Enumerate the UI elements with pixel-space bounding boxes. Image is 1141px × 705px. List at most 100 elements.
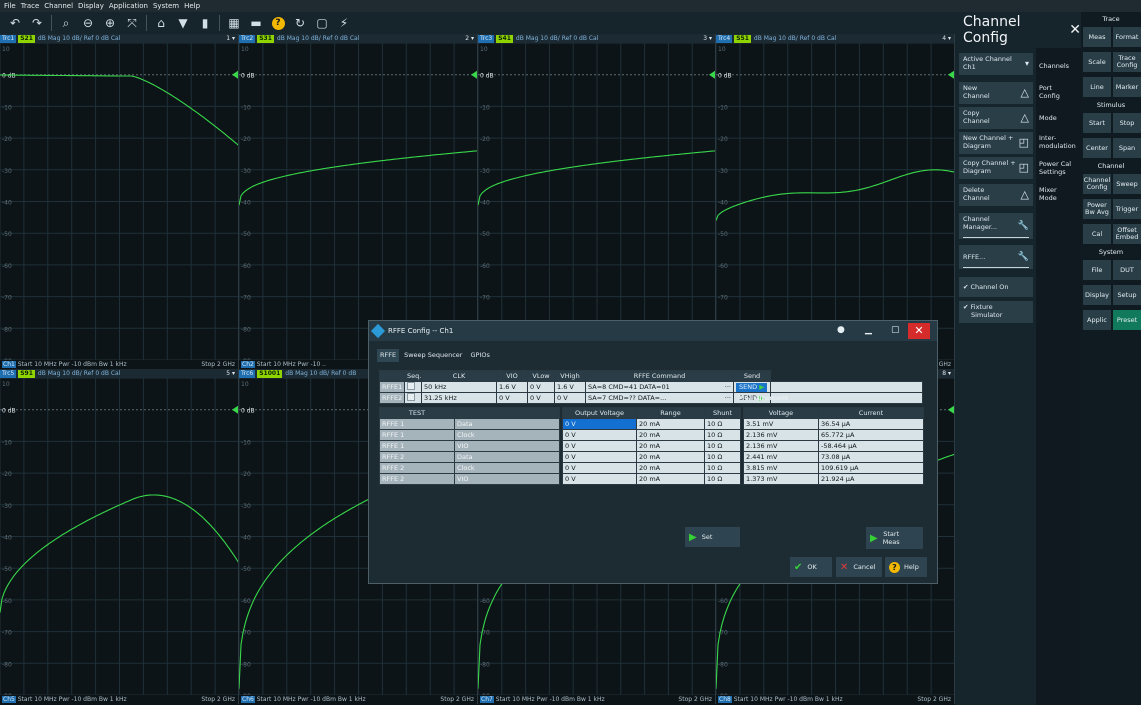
trace-config-button[interactable]: Trace Config <box>1113 52 1141 72</box>
output-voltage-field[interactable]: 0 V <box>562 440 637 452</box>
trace-plot[interactable]: 100 dB-10-20-30-40-50-60-70-80-90 <box>716 43 954 360</box>
trace-label[interactable]: Trc4 <box>716 34 733 43</box>
close-icon[interactable]: ✕ <box>1069 22 1081 38</box>
trace-add-icon[interactable]: ⌂ <box>152 14 170 32</box>
tab-mode[interactable]: Mode <box>1036 112 1081 124</box>
display-button[interactable]: Display <box>1083 285 1111 305</box>
channel-label[interactable]: Ch2 <box>241 361 255 368</box>
menu-trace[interactable]: Trace <box>21 2 40 10</box>
span-button[interactable]: Span <box>1113 138 1141 158</box>
trace-label[interactable]: Trc2 <box>239 34 256 43</box>
range-field[interactable]: 20 mA <box>636 462 705 474</box>
set-button[interactable]: ▶ Set <box>685 527 740 547</box>
diagram-number[interactable]: 4 ▾ <box>942 34 951 43</box>
trace-label[interactable]: Trc5 <box>0 369 17 378</box>
channel-label[interactable]: Ch6 <box>241 696 255 703</box>
menu-channel[interactable]: Channel <box>44 2 73 10</box>
command-field[interactable]: SA=8 CMD=41 DATA=01 ··· <box>585 381 734 393</box>
clk-field[interactable]: 50 kHz <box>421 381 497 393</box>
clk-field[interactable]: 31.25 kHz <box>421 392 497 404</box>
diagram-4[interactable]: Trc4 S51 dB Mag 10 dB/ Ref 0 dB Cal 4 ▾ 10 0 … <box>716 34 955 369</box>
seq-checkbox[interactable] <box>404 392 422 404</box>
copy-channel-diagram-button[interactable]: Copy Channel + Diagram ◰ <box>959 157 1033 179</box>
stop-button[interactable]: Stop <box>1113 113 1141 133</box>
window-icon[interactable]: ▢ <box>313 14 331 32</box>
cancel-button[interactable]: ✕ Cancel <box>836 557 882 577</box>
vhigh-field[interactable]: 0 V <box>554 392 586 404</box>
center-button[interactable]: Center <box>1083 138 1111 158</box>
shunt-field[interactable]: 10 Ω <box>704 440 741 452</box>
diagram-number[interactable]: 5 ▾ <box>226 369 235 378</box>
delete-icon[interactable]: ▮ <box>196 14 214 32</box>
scale-button[interactable]: Scale <box>1083 52 1111 72</box>
file-button[interactable]: File <box>1083 260 1111 280</box>
meas-button[interactable]: Meas <box>1083 27 1111 47</box>
output-voltage-field[interactable]: 0 V <box>562 429 637 441</box>
new-channel-button[interactable]: New Channel △ <box>959 82 1033 104</box>
copy-channel-button[interactable]: Copy Channel △ <box>959 107 1033 129</box>
trace-label[interactable]: Trc3 <box>478 34 495 43</box>
wizard-icon[interactable]: ⚡ <box>335 14 353 32</box>
redo-icon[interactable]: ↷ <box>28 14 46 32</box>
vio-field[interactable]: 1.6 V <box>496 381 528 393</box>
power-bw-avg-button[interactable]: Power Bw Avg <box>1083 199 1111 219</box>
close-icon[interactable]: ✕ <box>908 323 930 339</box>
channel-config-button[interactable]: Channel Config <box>1083 174 1111 194</box>
range-field[interactable]: 20 mA <box>636 429 705 441</box>
trace-plot[interactable]: 100 dB-10-20-30-40-50-60-70-80-90 <box>239 43 477 360</box>
tab-mixer-mode[interactable]: Mixer Mode <box>1036 184 1081 204</box>
sweep-button[interactable]: Sweep <box>1113 174 1141 194</box>
shunt-field[interactable]: 10 Ω <box>704 429 741 441</box>
diagram-number[interactable]: 8 ▾ <box>942 369 951 378</box>
zoom-in-icon[interactable]: ⊕ <box>101 14 119 32</box>
channel-label[interactable]: Ch5 <box>2 696 16 703</box>
output-voltage-field[interactable]: 0 V <box>562 418 637 430</box>
marker-button[interactable]: Marker <box>1113 77 1141 97</box>
vio-field[interactable]: 0 V <box>496 392 528 404</box>
keyboard-icon[interactable]: ▬ <box>247 14 265 32</box>
range-field[interactable]: 20 mA <box>636 418 705 430</box>
trace-plot[interactable]: 100 dB-10-20-30-40-50-60-70-80-90 <box>0 378 238 695</box>
seq-checkbox[interactable] <box>404 381 422 393</box>
shunt-field[interactable]: 10 Ω <box>704 418 741 430</box>
tab-gpios[interactable]: GPIOs <box>467 349 492 362</box>
tab-port-config[interactable]: Port Config <box>1036 82 1081 102</box>
tab-intermodulation[interactable]: Inter-modulation <box>1036 132 1081 152</box>
diagram-number[interactable]: 1 ▾ <box>226 34 235 43</box>
channel-label[interactable]: Ch7 <box>480 696 494 703</box>
fullscreen-icon[interactable]: ⤧ <box>123 14 141 32</box>
setup-button[interactable]: Setup <box>1113 285 1141 305</box>
menu-system[interactable]: System <box>153 2 179 10</box>
preset-button[interactable]: Preset <box>1113 310 1141 330</box>
shunt-field[interactable]: 10 Ω <box>704 462 741 474</box>
offset-embed-button[interactable]: Offset Embed <box>1113 224 1141 244</box>
range-field[interactable]: 20 mA <box>636 473 705 485</box>
range-field[interactable]: 20 mA <box>636 451 705 463</box>
dialog-title-bar[interactable]: RFFE Config -- Ch1 <box>369 321 937 341</box>
tab-power-cal-settings[interactable]: Power Cal Settings <box>1036 158 1081 178</box>
output-voltage-field[interactable]: 0 V <box>562 451 637 463</box>
dut-button[interactable]: DUT <box>1113 260 1141 280</box>
send-button[interactable]: SEND ▶ <box>736 382 768 392</box>
trace-label[interactable]: Trc1 <box>0 34 17 43</box>
menu-display[interactable]: Display <box>78 2 104 10</box>
help-button[interactable]: ? Help <box>885 557 927 577</box>
applic-button[interactable]: Applic <box>1083 310 1111 330</box>
undo-icon[interactable]: ↶ <box>6 14 24 32</box>
vlow-field[interactable]: 0 V <box>527 392 555 404</box>
trace-label[interactable]: Trc6 <box>239 369 256 378</box>
zoom-out-icon[interactable]: ⊖ <box>79 14 97 32</box>
diagram-number[interactable]: 3 ▾ <box>703 34 712 43</box>
tab-rffe[interactable]: RFFE <box>377 349 400 362</box>
more-icon[interactable]: ··· <box>725 383 731 391</box>
output-voltage-field[interactable]: 0 V <box>562 462 637 474</box>
diagram-2[interactable]: Trc2 S31 dB Mag 10 dB/ Ref 0 dB Cal 2 ▾ 10 0 … <box>239 34 478 369</box>
shunt-field[interactable]: 10 Ω <box>704 473 741 485</box>
tab-sweep-sequencer[interactable]: Sweep Sequencer <box>401 349 465 362</box>
format-button[interactable]: Format <box>1113 27 1141 47</box>
trace-plot[interactable]: 100 dB-10-20-30-40-50-60-70-80-90 <box>478 43 715 360</box>
menu-file[interactable]: File <box>4 2 16 10</box>
fixture-simulator-checkbox[interactable]: ✔ Fixture Simulator <box>959 301 1033 323</box>
tab-channels[interactable]: Channels <box>1036 60 1081 72</box>
help-icon[interactable]: ? <box>269 14 287 32</box>
